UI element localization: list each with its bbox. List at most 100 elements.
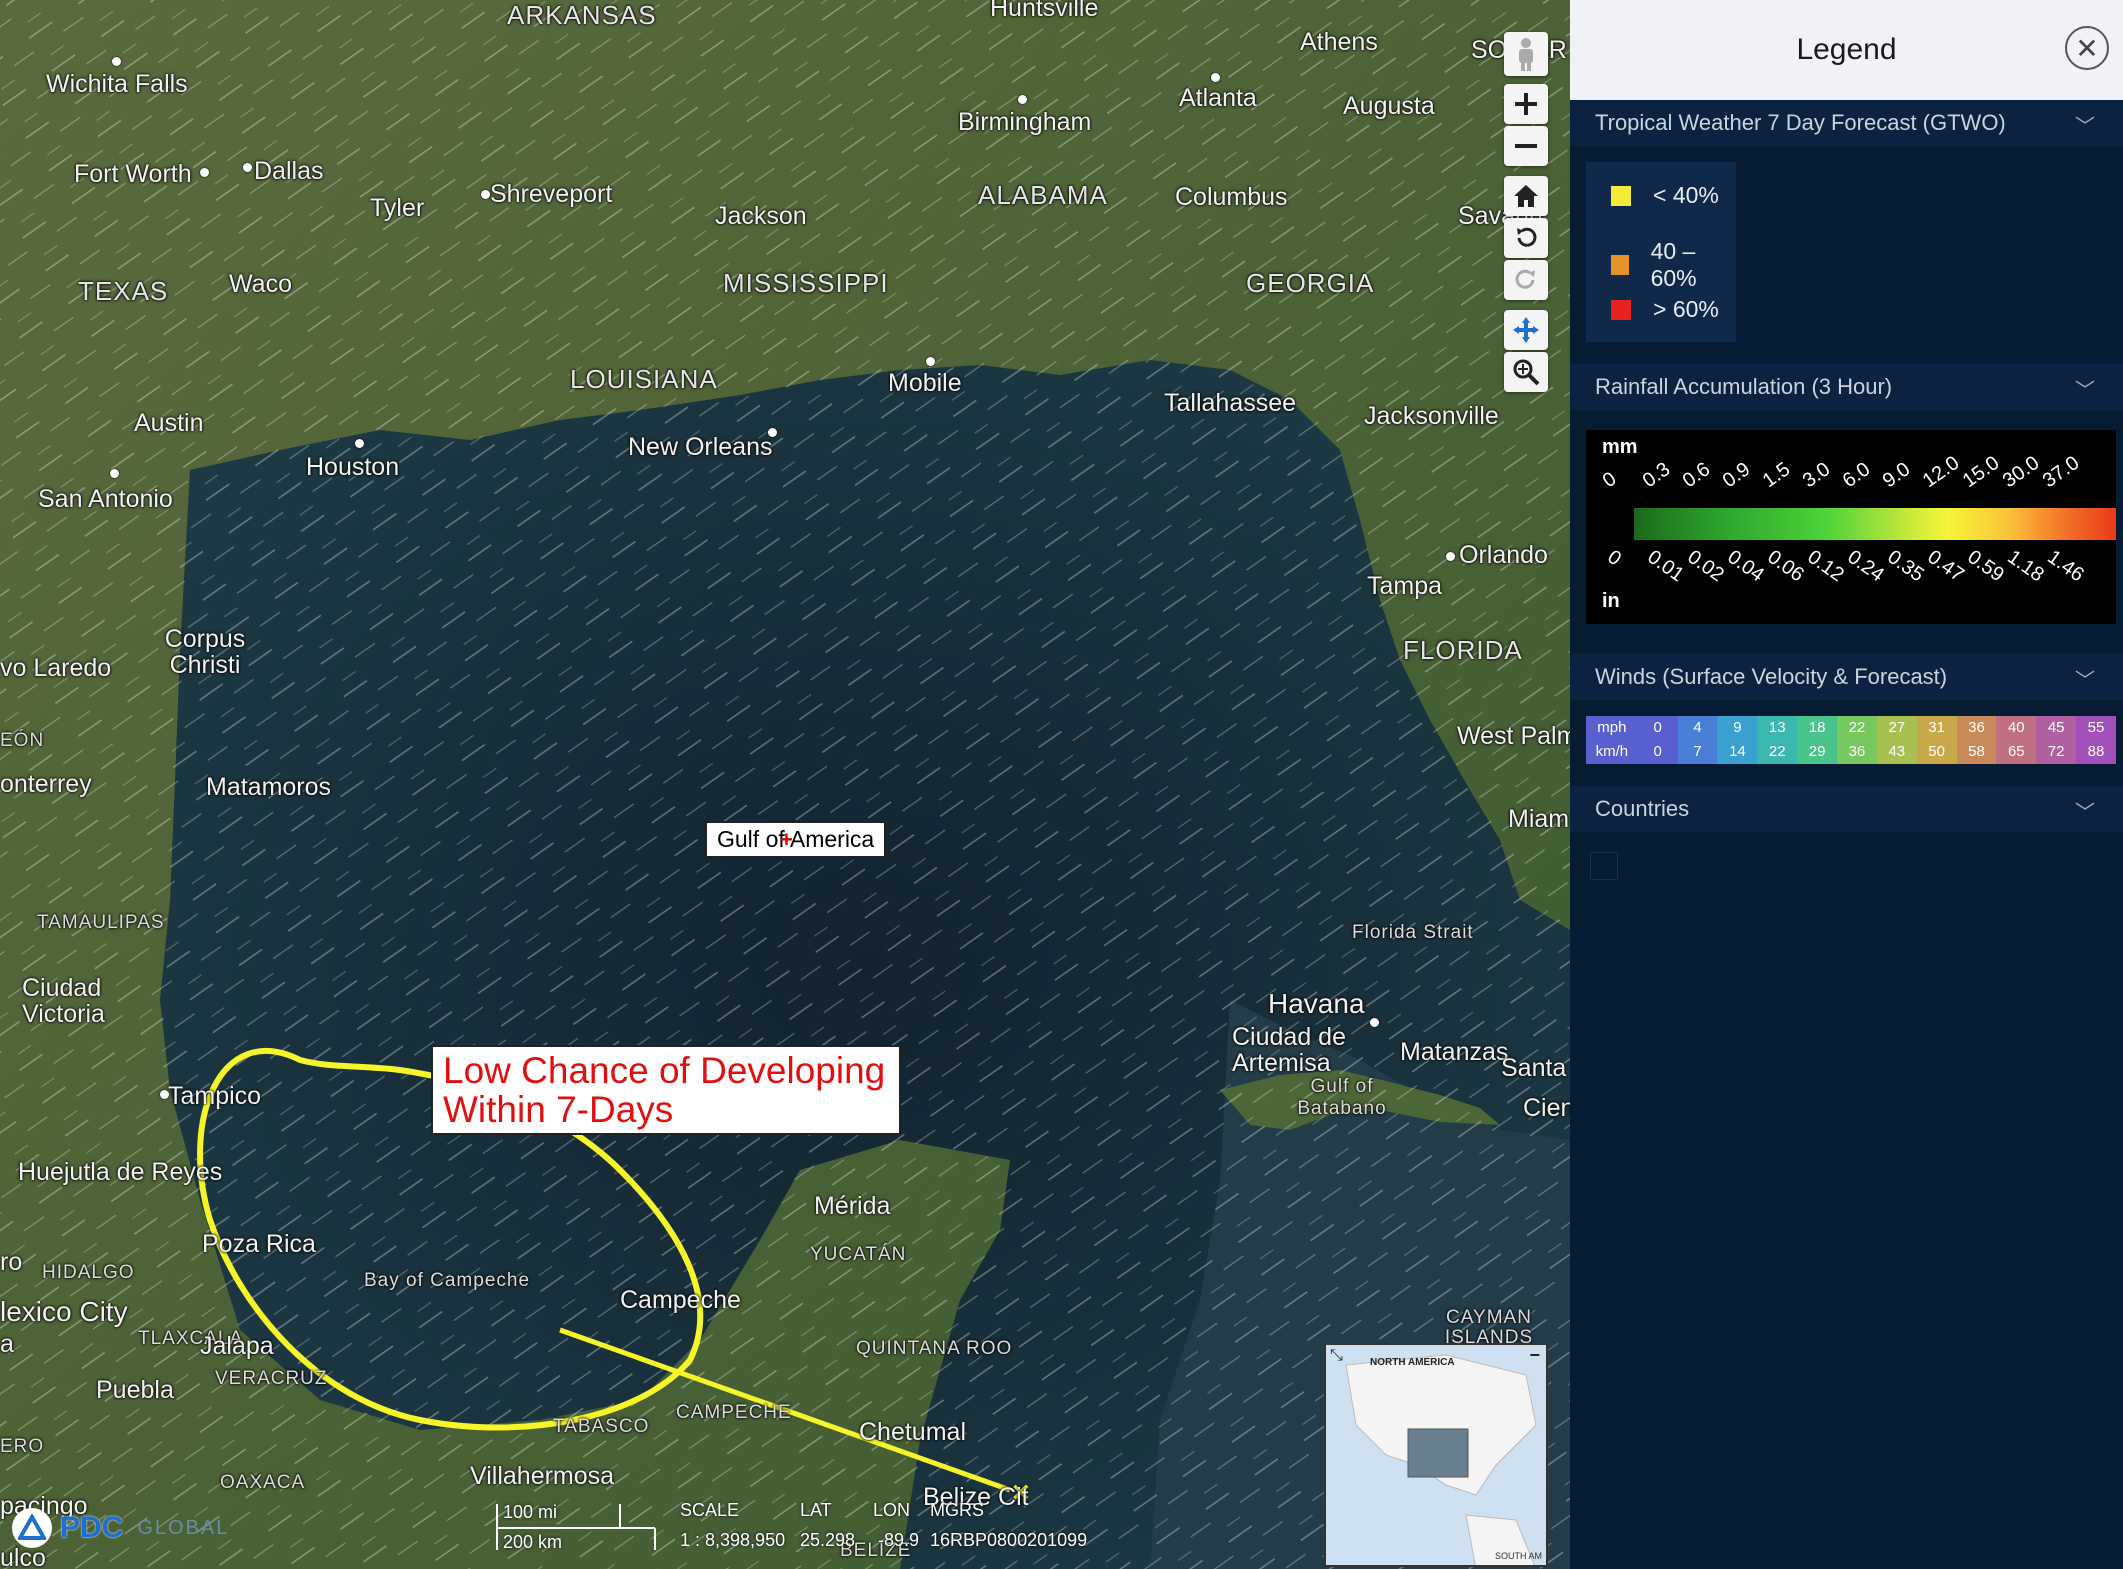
wind-kmh-value: 43 (1888, 743, 1906, 760)
city-label: Jacksonville (1364, 402, 1499, 430)
legend-section-rain[interactable]: Rainfall Accumulation (3 Hour) ﹀ (1570, 364, 2123, 410)
city-label: Houston (306, 453, 400, 481)
wind-mph-value: 55 (2087, 719, 2105, 736)
wind-mph-value: 40 (2007, 719, 2025, 736)
city-label: Waco (229, 270, 292, 298)
city-marker (1446, 552, 1455, 561)
rain-tick-mm: 1.5 (1758, 458, 1795, 493)
callout-annotation: Low Chance of Developing Within 7-Days (431, 1045, 901, 1135)
city-label: Corpus Christi (164, 625, 246, 679)
wind-mph-value: 36 (1968, 719, 1985, 736)
scale-bar: 100 mi 200 km (495, 1498, 675, 1558)
section-title: Rainfall Accumulation (3 Hour) (1595, 374, 1893, 399)
rotate-left-icon[interactable] (1504, 218, 1548, 258)
rain-tick-mm: 6.0 (1838, 458, 1875, 493)
wind-kmh-value: 65 (2007, 743, 2025, 760)
city-label: Campeche (620, 1286, 741, 1314)
pan-icon[interactable] (1504, 310, 1548, 350)
legend-section-gtwo[interactable]: Tropical Weather 7 Day Forecast (GTWO) ﹀ (1570, 100, 2123, 146)
gulf-label[interactable]: Gulf of America + (705, 821, 887, 858)
rain-tick-mm: 0.3 (1638, 458, 1675, 493)
gtwo-item-label: < 40% (1653, 182, 1719, 208)
legend-section-countries[interactable]: Countries ﹀ (1570, 786, 2123, 832)
section-title: Tropical Weather 7 Day Forecast (GTWO) (1595, 110, 2006, 135)
wind-kmh-value: 7 (1693, 743, 1702, 760)
wind-kmh-value: 0 (1653, 743, 1662, 760)
callout-line: Within 7-Days (443, 1089, 674, 1130)
city-label: Shreveport (490, 180, 613, 208)
city-marker (112, 57, 121, 66)
city-label: Mérida (814, 1192, 891, 1220)
rotate-right-icon[interactable] (1504, 260, 1548, 300)
wind-scale-cell: 9 14 (1717, 716, 1758, 764)
zoom-out-icon[interactable] (1504, 126, 1548, 166)
city-label: Tampa (1367, 572, 1443, 600)
mgrs-value: 16RBP0800201099 (930, 1530, 1088, 1550)
rain-unit-mm: mm (1602, 436, 1638, 458)
wind-mph-value: 0 (1653, 719, 1662, 736)
lat-label: LAT (800, 1500, 832, 1520)
wind-unit-mph: mph (1597, 719, 1627, 736)
legend-section-winds[interactable]: Winds (Surface Velocity & Forecast) ﹀ (1570, 654, 2123, 700)
wind-mph-value: 22 (1848, 719, 1866, 736)
streetview-icon[interactable] (1504, 32, 1548, 76)
expand-icon[interactable]: ⤡ (1330, 1347, 1343, 1365)
city-label: West Palm (1457, 722, 1570, 750)
city-label: Ciudad Victoria (22, 974, 105, 1028)
rain-tick-mm: 0 (1598, 467, 1621, 493)
close-icon[interactable]: ✕ (2065, 26, 2109, 70)
wind-mph-value: 45 (2047, 719, 2065, 736)
section-title: Countries (1595, 796, 1690, 821)
rain-tick-mm: 3.0 (1798, 458, 1835, 493)
city-label: ro (0, 1248, 23, 1276)
city-label: lexico City (0, 1296, 128, 1327)
rain-tick-in: 0.47 (1923, 546, 1968, 587)
city-label: Santa (1501, 1054, 1567, 1082)
section-title: Winds (Surface Velocity & Forecast) (1595, 664, 1948, 689)
home-icon[interactable] (1504, 176, 1548, 216)
wind-kmh-value: 14 (1729, 743, 1746, 760)
city-marker (1211, 73, 1220, 82)
zoom-area-icon[interactable] (1504, 352, 1548, 392)
city-marker (160, 1090, 169, 1099)
city-marker (926, 357, 935, 366)
state-label: TABASCO (553, 1416, 650, 1437)
overview-minimap[interactable]: ⤡ − NORTH AMERICA SOUTH AM (1324, 1343, 1548, 1567)
rainfall-scale: mm in 0 0.3 0.6 0.9 1.5 3.0 6.0 9.0 12.0 15.0 30.0… (1586, 430, 2116, 624)
city-label: Atlanta (1179, 84, 1257, 112)
state-label: GEORGIA (1246, 268, 1375, 298)
wind-kmh-value: 50 (1928, 743, 1945, 760)
wind-speed-scale: mph km/h 0 0 4 7 9 14 13 22 18 29 22 36 27 43 31 50 36 58… (1586, 716, 2116, 764)
water-label: Bay of Campeche (364, 1270, 531, 1291)
rain-tick-mm: 15.0 (1958, 451, 2004, 493)
city-label: Huejutla de Reyes (18, 1158, 223, 1186)
rain-tick-mm: 9.0 (1878, 458, 1915, 493)
city-label: Jackson (715, 202, 807, 230)
city-label: Columbus (1175, 183, 1288, 211)
zoom-in-icon[interactable] (1504, 84, 1548, 124)
wind-scale-cell: 27 43 (1876, 716, 1917, 764)
chevron-down-icon[interactable]: ﹀ (2075, 110, 2095, 139)
chevron-down-icon[interactable]: ﹀ (2075, 374, 2095, 403)
wind-kmh-value: 36 (1848, 743, 1866, 760)
rain-tick-in: 0.06 (1763, 546, 1808, 587)
city-label: Matamoros (206, 773, 332, 801)
collapse-icon[interactable]: − (1529, 1345, 1540, 1366)
city-label: Cien (1523, 1094, 1570, 1122)
city-marker (1018, 95, 1027, 104)
city-label: Puebla (96, 1376, 174, 1404)
chevron-down-icon[interactable]: ﹀ (2075, 664, 2095, 693)
scale-value: 1 : 8,398,950 (680, 1530, 786, 1550)
city-label: Tallahassee (1164, 389, 1297, 417)
map-view[interactable]: × ARKANSAS TEXAS LOUISIANA MISSISSIPPI A… (0, 0, 1570, 1569)
city-label: Austin (134, 409, 204, 437)
city-label: Tyler (370, 194, 425, 222)
mgrs-label: MGRS (930, 1500, 984, 1520)
city-label: Fort Worth (74, 160, 192, 188)
pdc-logo-text: PDC (60, 1511, 124, 1544)
city-label: Birmingham (958, 108, 1092, 136)
gtwo-item-label: 40 – 60% (1650, 238, 1697, 291)
state-label: CAMPECHE (676, 1402, 792, 1423)
pdc-logo[interactable]: PDC GLOBAL (12, 1508, 229, 1548)
chevron-down-icon[interactable]: ﹀ (2075, 796, 2095, 825)
